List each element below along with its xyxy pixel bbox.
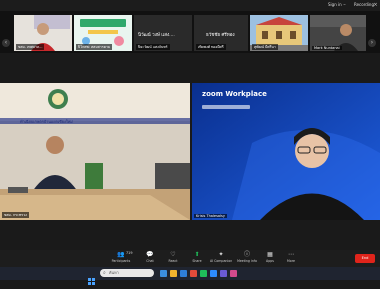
taskbar-app-icon[interactable] (160, 270, 167, 277)
scroll-right-icon[interactable]: › (368, 39, 376, 47)
windows-start-icon[interactable] (88, 270, 95, 285)
taskbar-app-icon[interactable] (180, 270, 187, 277)
ai-companion-button[interactable]: ✦ AI Companion (210, 250, 232, 267)
react-button[interactable]: ♡ React (162, 250, 184, 267)
participant-display-name: ธวัชชัย ศรีทอง (206, 33, 235, 38)
meeting-info-icon: ⓘ (243, 251, 250, 258)
chat-icon: 💬 (146, 251, 154, 258)
participant-name: ปิยะวัฒน์ แสงจันทร์ (136, 44, 170, 50)
apps-button[interactable]: ▦ Apps (259, 250, 281, 267)
meeting-info-button[interactable]: ⓘ Meeting info (236, 250, 258, 267)
react-icon: ♡ (170, 251, 176, 258)
os-taskbar: ⌕ ค้นหา (0, 267, 380, 285)
taskbar-search-input[interactable]: ⌕ ค้นหา (100, 269, 154, 277)
participant-tile[interactable]: ธวัชชัย ศรีทอง เทิดพงศ์ ทองมีศรี (194, 15, 248, 51)
share-icon: ⬆ (194, 251, 200, 258)
participant-tile[interactable]: นิวัฒน์ วงษ์ แสง.... ปิยะวัฒน์ แสงจันทร์ (134, 15, 192, 51)
search-icon: ⌕ (103, 270, 106, 276)
room-banner-text: ทำเนียบเกษตรบ้านแยกเชียงใหม่ (20, 119, 73, 124)
participant-tile[interactable]: ปิโกศพ: สสมสารคาม (74, 15, 132, 51)
participant-name: ขสม. เทศบาล... (16, 44, 45, 50)
close-icon[interactable]: × (371, 1, 380, 9)
main-video-left[interactable]: ทำเนียบเกษตรบ้านแยกเชียงใหม่ ขสม. กระทรว… (0, 83, 190, 220)
participant-name: ขสม. กระทรวง (2, 212, 29, 218)
taskbar-app-icon[interactable] (220, 270, 227, 277)
taskbar-app-icon[interactable] (190, 270, 197, 277)
window-title-bar: Sign in Recording – □ × (0, 0, 380, 11)
zoom-app-icon[interactable] (210, 270, 217, 277)
gallery-strip: ‹ › ขสม. เทศบาล... ปิโกศพ: สสมสารคาม นิว… (0, 11, 380, 53)
apps-icon: ▦ (267, 251, 273, 258)
more-icon: ⋯ (288, 251, 294, 258)
folder-icon[interactable] (170, 270, 177, 277)
participant-display-name: นิวัฒน์ วงษ์ แสง.... (138, 33, 175, 38)
conference-room-video (0, 83, 190, 220)
zoom-logo: zoom Workplace (202, 90, 267, 98)
taskbar-app-icon[interactable] (230, 270, 237, 277)
participant-tile[interactable]: สุพัฒน์ มีศรีนา (250, 15, 308, 51)
participant-name: Krisis Thalesalsy (194, 214, 227, 218)
scroll-left-icon[interactable]: ‹ (2, 39, 10, 47)
ai-companion-icon: ✦ (218, 251, 224, 258)
presenter-video (192, 83, 380, 220)
participant-name: เทิดพงศ์ ทองมีศรี (196, 44, 226, 50)
participant-name: Mark Nuntanai (312, 46, 342, 50)
main-video-right[interactable]: zoom Workplace Krisis Thalesalsy (192, 83, 380, 220)
minimize-icon[interactable]: – (340, 1, 349, 9)
participant-name: สุพัฒน์ มีศรีนา (252, 44, 278, 50)
participant-tile[interactable]: Mark Nuntanai (310, 15, 366, 51)
participant-tile[interactable]: ขสม. เทศบาล... (14, 15, 72, 51)
more-button[interactable]: ⋯ More (280, 250, 302, 267)
share-button[interactable]: ⬆ Share (186, 250, 208, 267)
chat-button[interactable]: 💬 Chat (139, 250, 161, 267)
taskbar-app-icon[interactable] (200, 270, 207, 277)
participant-count: 719 (126, 251, 133, 255)
meeting-toolbar: 👥 Participants 719 💬 Chat ♡ React ⬆ Shar… (0, 250, 380, 267)
end-meeting-button[interactable]: End (355, 254, 375, 263)
participant-name: ปิโกศพ: สสมสารคาม (76, 44, 113, 50)
